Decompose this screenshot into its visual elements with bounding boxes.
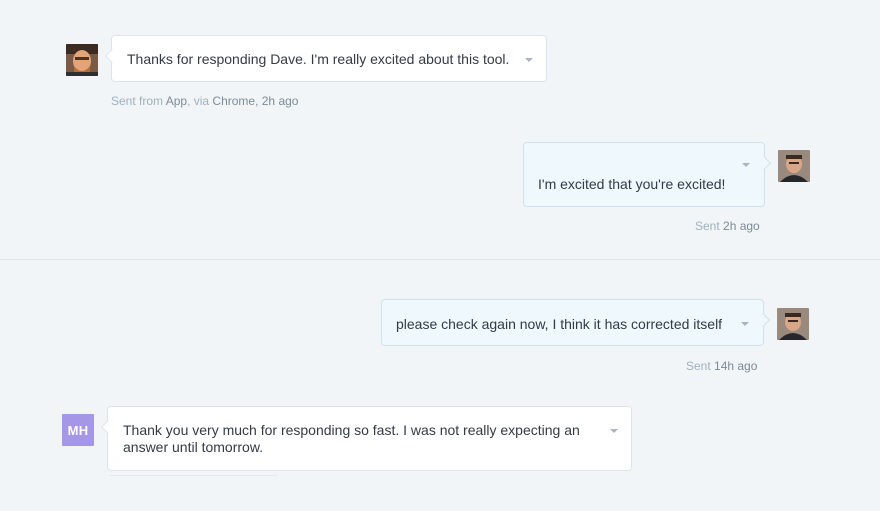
sender-avatar[interactable]: MH [62, 414, 94, 446]
meta-time: , 2h ago [255, 94, 299, 108]
bubble-tail [100, 419, 116, 435]
message-bubble[interactable]: I'm excited that you're excited! [523, 142, 772, 207]
message-text: please check again now, I think it has c… [396, 316, 723, 332]
partial-divider [109, 475, 277, 476]
bubble-tail [756, 155, 772, 171]
caret-down-icon[interactable] [741, 322, 749, 326]
conversation-section-bottom: please check again now, I think it has c… [0, 260, 880, 511]
agent-avatar[interactable] [778, 150, 810, 182]
bubble-tail [104, 48, 120, 64]
message-meta: Sent from App, via Chrome, 2h ago [111, 94, 298, 108]
message-bubble[interactable]: please check again now, I think it has c… [381, 299, 771, 346]
message-text: I'm excited that you're excited! [538, 176, 726, 192]
caret-down-icon[interactable] [525, 58, 533, 62]
conversation-section-top: Thanks for responding Dave. I'm really e… [0, 0, 880, 259]
caret-down-icon[interactable] [610, 429, 618, 433]
message-meta: Sent 14h ago [686, 359, 757, 373]
bubble-tail [755, 312, 771, 328]
meta-prefix: Sent from [111, 94, 166, 108]
sender-avatar[interactable] [66, 44, 98, 76]
meta-browser: Chrome [212, 94, 256, 108]
meta-prefix: Sent [695, 219, 724, 233]
meta-time: 2h ago [723, 219, 760, 233]
meta-via: , via [187, 94, 213, 108]
caret-down-icon[interactable] [742, 163, 750, 167]
avatar-initials: MH [67, 422, 89, 438]
meta-app: App [165, 94, 188, 108]
meta-prefix: Sent [686, 359, 715, 373]
message-text: Thanks for responding Dave. I'm really e… [127, 51, 510, 67]
message-bubble[interactable]: Thanks for responding Dave. I'm really e… [104, 35, 547, 82]
meta-time: 14h ago [714, 359, 758, 373]
agent-avatar[interactable] [777, 308, 809, 340]
message-bubble[interactable]: Thank you very much for responding so fa… [100, 406, 632, 471]
message-meta: Sent 2h ago [695, 219, 760, 233]
message-text: Thank you very much for responding so fa… [123, 422, 580, 455]
